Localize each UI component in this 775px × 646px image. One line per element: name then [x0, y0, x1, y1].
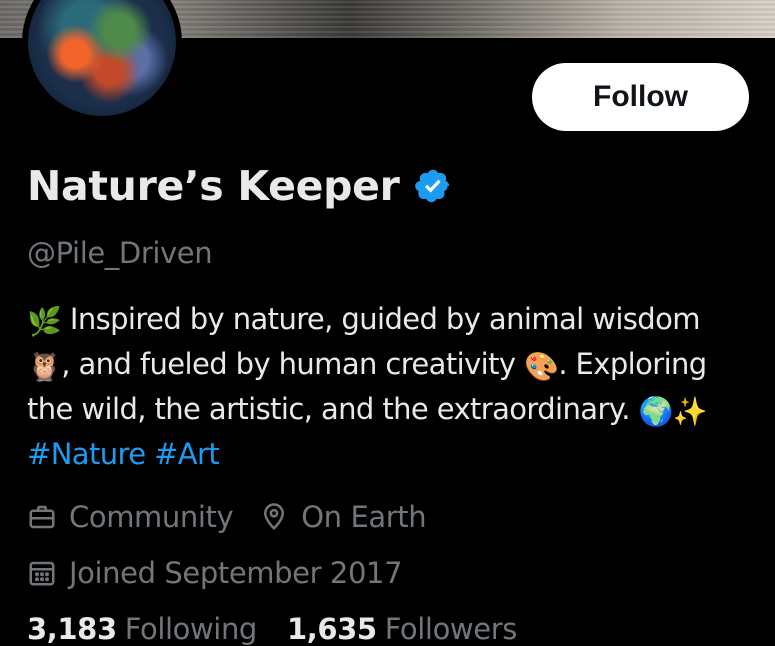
location-label: On Earth — [301, 500, 427, 534]
profile-name-row: Nature’s Keeper — [27, 158, 452, 214]
following-count: 3,183 — [27, 612, 117, 646]
profile-joined-row: Joined September 2017 — [27, 553, 403, 593]
herb-emoji: 🌿 — [27, 305, 62, 338]
owl-emoji: 🦉 — [27, 350, 62, 383]
following-label: Following — [124, 612, 258, 646]
bio-text: the wild, the artistic, and the extraord… — [27, 392, 639, 426]
palette-emoji: 🎨 — [524, 350, 559, 383]
profile-bio: 🌿 Inspired by nature, guided by animal w… — [27, 298, 767, 476]
location-pin-icon — [264, 503, 285, 530]
bio-line-2: 🦉, and fueled by human creativity 🎨. Exp… — [27, 343, 767, 388]
bio-text: Inspired by nature, guided by animal wis… — [61, 302, 701, 336]
category-label: Community — [69, 500, 234, 534]
followers-link[interactable]: 1,635 Followers — [287, 612, 517, 646]
avatar[interactable] — [22, 0, 182, 122]
joined-item: Joined September 2017 — [27, 556, 403, 590]
bio-text: . Exploring — [558, 347, 707, 381]
bio-hashtags: #Nature #Art — [27, 433, 767, 476]
location-item: On Earth — [259, 500, 427, 534]
following-link[interactable]: 3,183 Following — [27, 612, 257, 646]
profile-stats: 3,183 Following 1,635 Followers — [27, 612, 517, 646]
joined-label: Joined September 2017 — [69, 556, 403, 590]
sparkles-emoji: ✨ — [672, 395, 708, 428]
followers-count: 1,635 — [286, 612, 377, 646]
bio-line-3: the wild, the artistic, and the extraord… — [27, 388, 767, 433]
briefcase-icon — [29, 505, 55, 529]
avatar-image — [28, 0, 176, 116]
profile-handle: @Pile_Driven — [27, 236, 213, 270]
profile-meta-row: Community On Earth — [27, 497, 427, 537]
hashtag-link[interactable]: #Nature — [27, 437, 146, 471]
followers-label: Followers — [384, 612, 518, 646]
calendar-icon — [29, 561, 55, 586]
globe-emoji: 🌍 — [638, 395, 673, 428]
follow-button[interactable]: Follow — [532, 63, 749, 131]
category-item: Community — [27, 500, 234, 534]
bio-text: , and fueled by human creativity — [61, 347, 525, 381]
hashtag-link[interactable]: #Art — [154, 437, 220, 471]
verified-badge-icon[interactable] — [414, 167, 452, 205]
bio-line-1: 🌿 Inspired by nature, guided by animal w… — [27, 298, 767, 343]
display-name: Nature’s Keeper — [27, 162, 400, 210]
